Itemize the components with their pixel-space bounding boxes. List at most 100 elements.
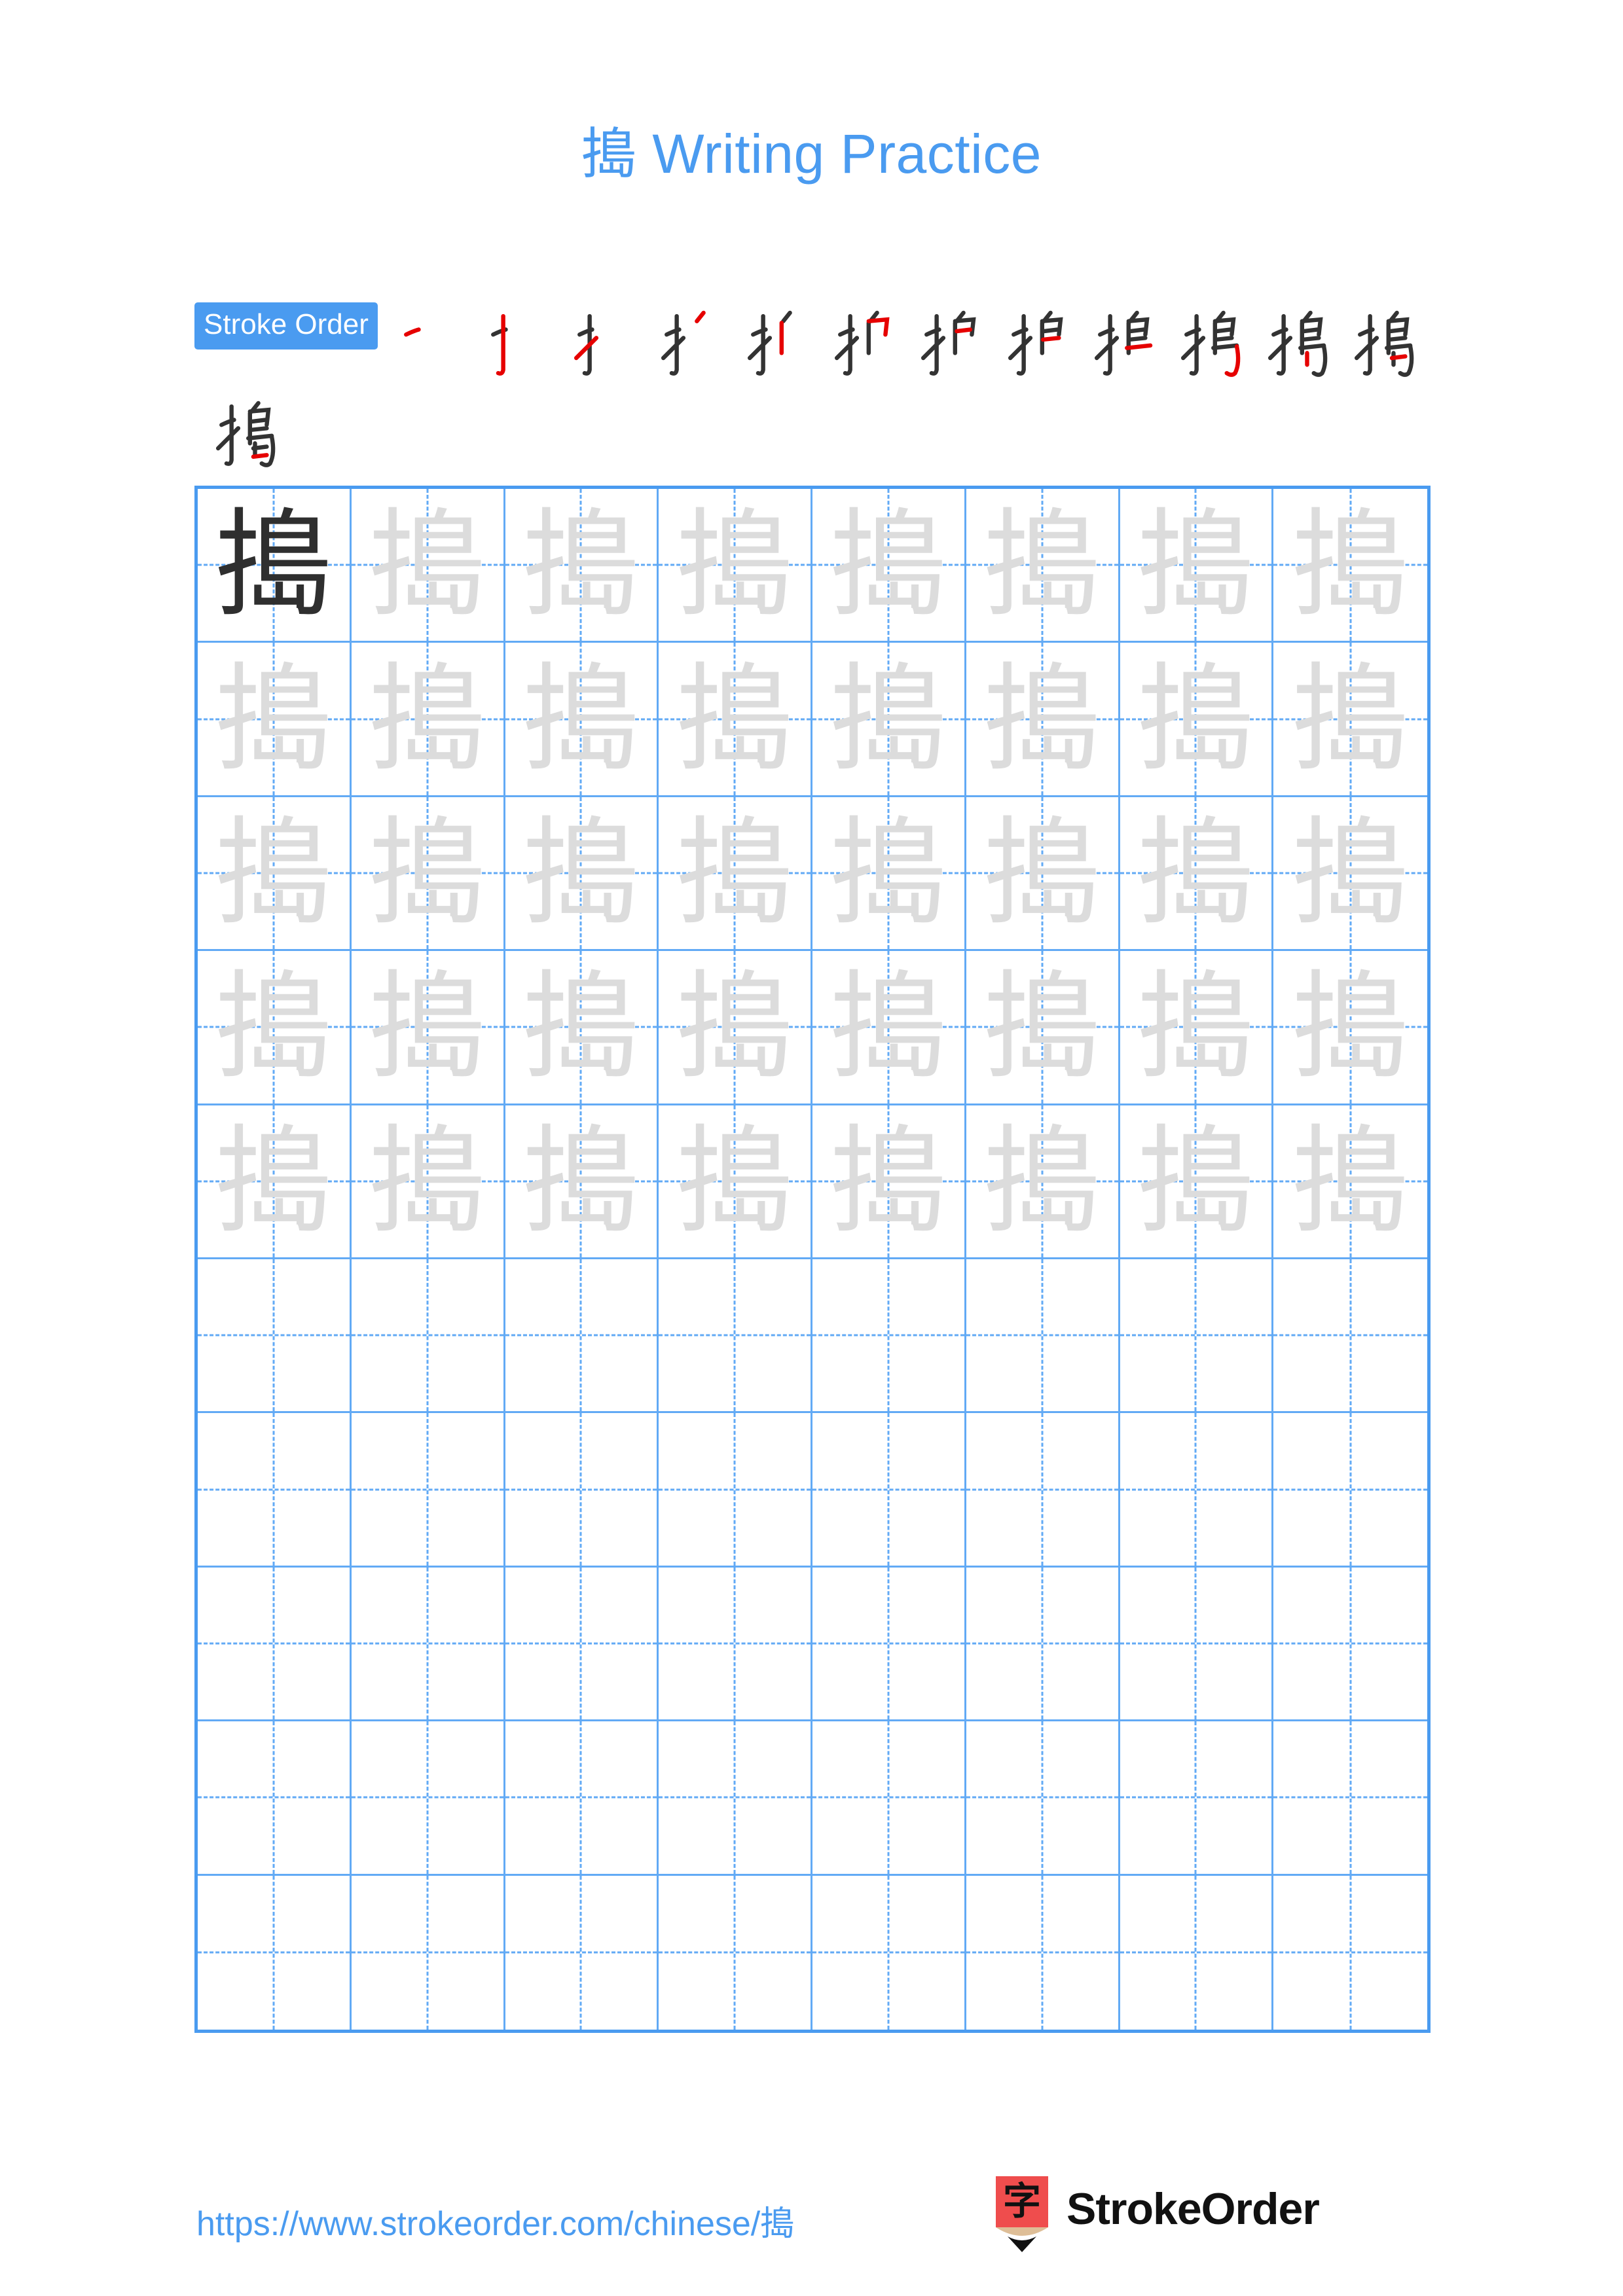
- tracing-character: 搗: [215, 804, 332, 941]
- practice-cell-r3-c8[interactable]: 搗: [1273, 797, 1427, 952]
- practice-cell-r4-c5[interactable]: 搗: [812, 951, 966, 1105]
- practice-cell-r7-c6[interactable]: [966, 1413, 1120, 1568]
- practice-cell-r6-c6[interactable]: [966, 1259, 1120, 1414]
- tracing-character: 搗: [830, 1113, 947, 1249]
- practice-cell-r5-c2[interactable]: 搗: [351, 1105, 505, 1259]
- practice-cell-r3-c5[interactable]: 搗: [812, 797, 966, 952]
- practice-cell-r4-c7[interactable]: 搗: [1120, 951, 1274, 1105]
- practice-cell-r2-c7[interactable]: 搗: [1120, 643, 1274, 797]
- practice-cell-r9-c5[interactable]: [812, 1721, 966, 1876]
- footer-url[interactable]: https://www.strokeorder.com/chinese/搗: [196, 2196, 794, 2245]
- practice-cell-r8-c7[interactable]: [1120, 1567, 1274, 1722]
- stroke-step-10: [1165, 301, 1249, 385]
- practice-cell-r8-c5[interactable]: [812, 1567, 966, 1722]
- practice-cell-r8-c4[interactable]: [659, 1567, 812, 1722]
- practice-cell-r1-c2[interactable]: 搗: [351, 489, 505, 643]
- stroke-order-badge: Stroke Order: [194, 302, 378, 350]
- practice-cell-r7-c5[interactable]: [812, 1413, 966, 1568]
- practice-cell-r4-c2[interactable]: 搗: [351, 951, 505, 1105]
- practice-cell-r7-c4[interactable]: [659, 1413, 812, 1568]
- practice-cell-r7-c7[interactable]: [1120, 1413, 1274, 1568]
- practice-cell-r8-c1[interactable]: [198, 1567, 352, 1722]
- practice-cell-r1-c7[interactable]: 搗: [1120, 489, 1274, 643]
- practice-cell-r3-c7[interactable]: 搗: [1120, 797, 1274, 952]
- practice-cell-r1-c1[interactable]: 搗: [198, 489, 352, 643]
- practice-cell-r9-c7[interactable]: [1120, 1721, 1274, 1876]
- practice-cell-r8-c2[interactable]: [351, 1567, 505, 1722]
- practice-cell-r7-c8[interactable]: [1273, 1413, 1427, 1568]
- stroke-step-8: [992, 301, 1076, 385]
- tracing-character: 搗: [369, 959, 486, 1095]
- practice-cell-r5-c5[interactable]: 搗: [812, 1105, 966, 1259]
- practice-cell-r5-c7[interactable]: 搗: [1120, 1105, 1274, 1259]
- practice-cell-r5-c8[interactable]: 搗: [1273, 1105, 1427, 1259]
- practice-cell-r10-c7[interactable]: [1120, 1875, 1274, 2030]
- practice-cell-r2-c8[interactable]: 搗: [1273, 643, 1427, 797]
- stroke-order-sequence-row-2: [200, 391, 1432, 475]
- page-title-suffix: Writing Practice: [636, 123, 1042, 185]
- practice-cell-r4-c4[interactable]: 搗: [659, 951, 812, 1105]
- practice-cell-r2-c2[interactable]: 搗: [351, 643, 505, 797]
- practice-cell-r6-c2[interactable]: [351, 1259, 505, 1414]
- practice-cell-r3-c6[interactable]: 搗: [966, 797, 1120, 952]
- practice-cell-r9-c8[interactable]: [1273, 1721, 1427, 1876]
- practice-cell-r10-c2[interactable]: [352, 1875, 505, 2030]
- practice-cell-r10-c3[interactable]: [505, 1875, 659, 2030]
- stroke-step-4: [645, 301, 729, 385]
- tracing-character: 搗: [676, 1113, 793, 1249]
- practice-cell-r3-c3[interactable]: 搗: [505, 797, 659, 952]
- practice-cell-r4-c1[interactable]: 搗: [198, 951, 352, 1105]
- practice-cell-r5-c1[interactable]: 搗: [198, 1105, 352, 1259]
- practice-cell-r1-c5[interactable]: 搗: [812, 489, 966, 643]
- tracing-character: 搗: [522, 651, 640, 787]
- practice-cell-r3-c1[interactable]: 搗: [198, 797, 352, 952]
- practice-cell-r6-c1[interactable]: [198, 1259, 352, 1414]
- tracing-character: 搗: [522, 959, 640, 1095]
- practice-cell-r1-c6[interactable]: 搗: [966, 489, 1120, 643]
- practice-cell-r1-c4[interactable]: 搗: [659, 489, 812, 643]
- practice-cell-r7-c3[interactable]: [505, 1413, 659, 1568]
- practice-cell-r4-c6[interactable]: 搗: [966, 951, 1120, 1105]
- practice-cell-r2-c3[interactable]: 搗: [505, 643, 659, 797]
- practice-cell-r9-c4[interactable]: [659, 1721, 812, 1876]
- tracing-character: 搗: [1137, 497, 1254, 633]
- practice-cell-r2-c4[interactable]: 搗: [659, 643, 812, 797]
- brand-name: StrokeOrder: [1067, 2184, 1320, 2234]
- practice-cell-r9-c6[interactable]: [966, 1721, 1120, 1876]
- practice-cell-r2-c1[interactable]: 搗: [198, 643, 352, 797]
- tracing-character: 搗: [215, 959, 332, 1095]
- practice-cell-r10-c1[interactable]: [198, 1875, 352, 2030]
- practice-cell-r8-c8[interactable]: [1273, 1568, 1427, 1722]
- practice-cell-r7-c2[interactable]: [351, 1413, 505, 1568]
- tracing-character: 搗: [522, 804, 640, 941]
- practice-cell-r9-c1[interactable]: [198, 1721, 352, 1876]
- practice-cell-r10-c8[interactable]: [1273, 1876, 1427, 2030]
- practice-cell-r4-c3[interactable]: 搗: [505, 951, 659, 1105]
- practice-cell-r10-c5[interactable]: [812, 1875, 966, 2030]
- practice-cell-r6-c5[interactable]: [812, 1259, 966, 1414]
- tracing-character: 搗: [1292, 1113, 1409, 1249]
- practice-cell-r9-c2[interactable]: [351, 1721, 505, 1876]
- practice-cell-r7-c1[interactable]: [198, 1413, 352, 1568]
- practice-cell-r3-c4[interactable]: 搗: [659, 797, 812, 952]
- practice-cell-r9-c3[interactable]: [505, 1721, 659, 1876]
- practice-cell-r2-c6[interactable]: 搗: [966, 643, 1120, 797]
- practice-cell-r1-c8[interactable]: 搗: [1273, 489, 1427, 643]
- stroke-step-2: [471, 301, 555, 385]
- practice-cell-r6-c4[interactable]: [659, 1259, 812, 1414]
- practice-cell-r8-c6[interactable]: [966, 1567, 1120, 1722]
- practice-cell-r10-c6[interactable]: [966, 1875, 1120, 2030]
- practice-cell-r5-c3[interactable]: 搗: [505, 1105, 659, 1259]
- practice-cell-r5-c6[interactable]: 搗: [966, 1105, 1120, 1259]
- practice-cell-r8-c3[interactable]: [505, 1567, 659, 1722]
- practice-cell-r6-c8[interactable]: [1273, 1259, 1427, 1414]
- practice-cell-r6-c7[interactable]: [1120, 1259, 1274, 1414]
- stroke-order-sequence-row-1: [384, 301, 1422, 377]
- practice-cell-r5-c4[interactable]: 搗: [659, 1105, 812, 1259]
- practice-cell-r3-c2[interactable]: 搗: [351, 797, 505, 952]
- practice-cell-r6-c3[interactable]: [505, 1259, 659, 1414]
- practice-cell-r4-c8[interactable]: 搗: [1273, 951, 1427, 1105]
- practice-cell-r1-c3[interactable]: 搗: [505, 489, 659, 643]
- practice-cell-r2-c5[interactable]: 搗: [812, 643, 966, 797]
- practice-cell-r10-c4[interactable]: [659, 1875, 812, 2030]
